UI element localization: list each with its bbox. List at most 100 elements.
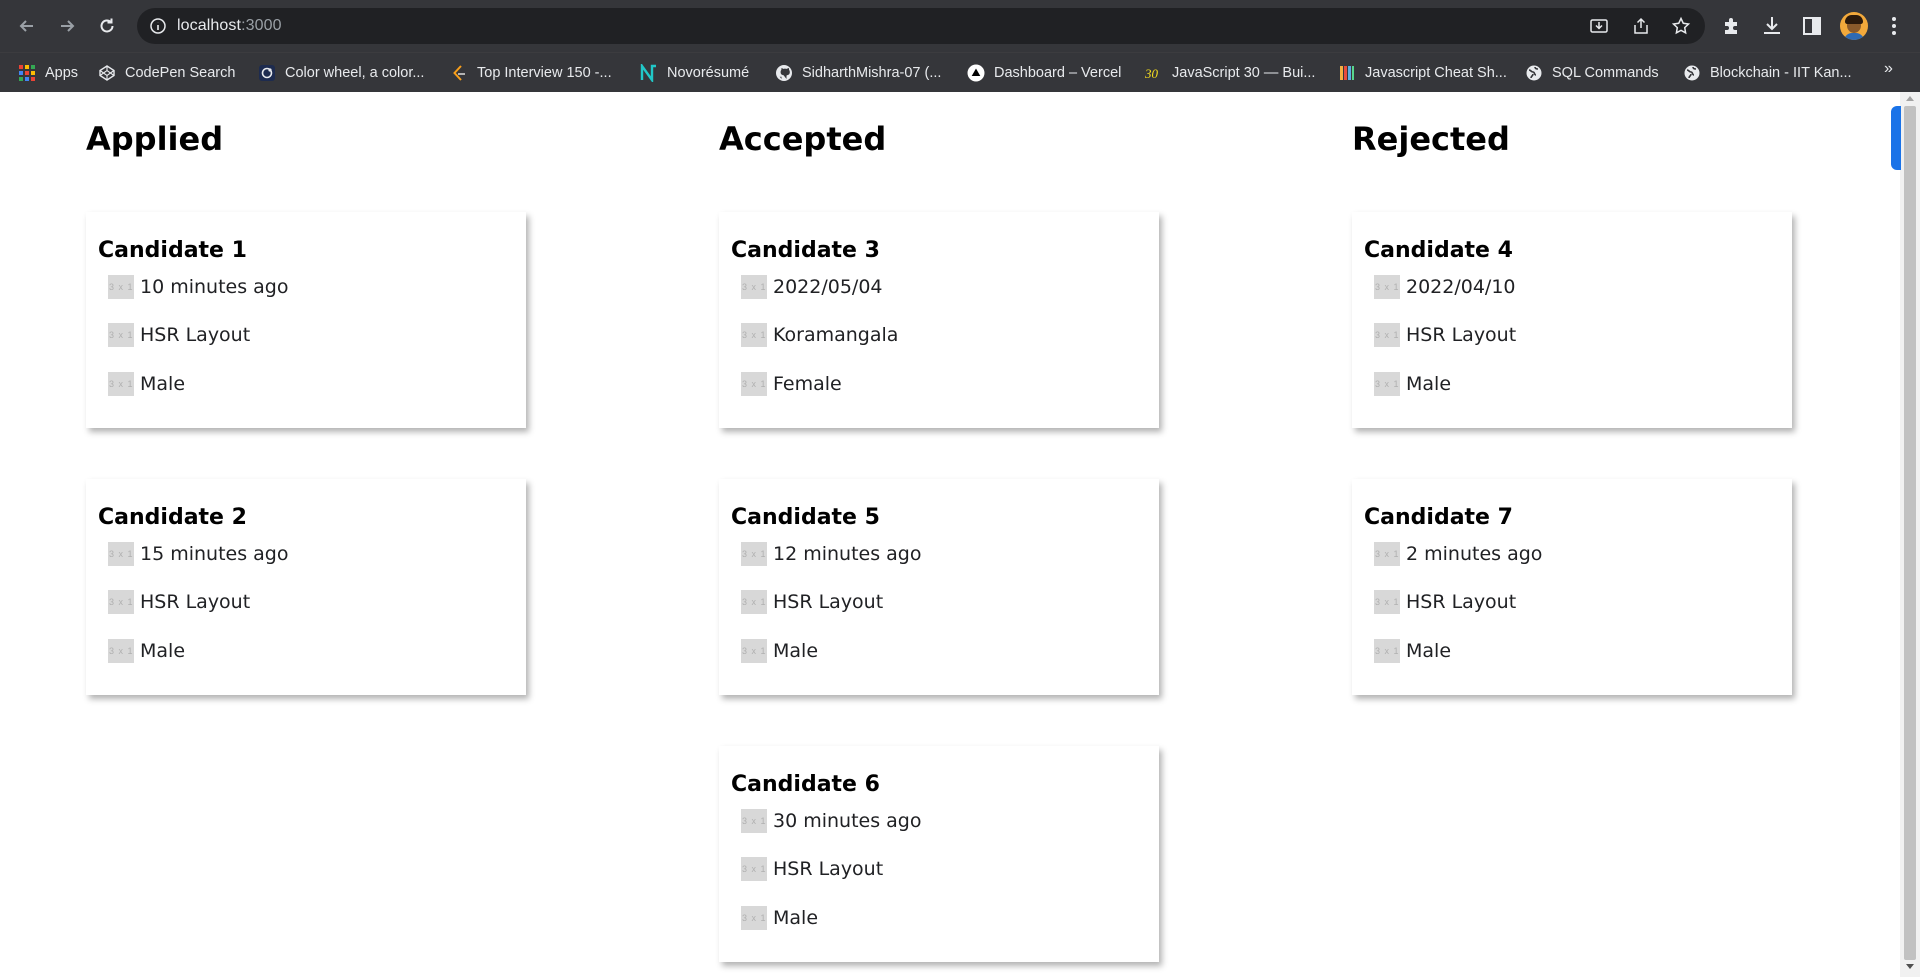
downloads-icon[interactable] [1760, 14, 1784, 38]
placeholder-image-icon: 3 x 1 [1374, 323, 1400, 347]
candidate-card[interactable]: Candidate 4 3 x 1 2022/04/10 3 x 1 HSR Layou… [1352, 212, 1792, 428]
reload-button[interactable] [92, 11, 122, 41]
candidate-location: HSR Layout [140, 591, 251, 613]
column-rejected: Rejected Candidate 4 3 x 1 2022/04/10 3 x 1 H… [1352, 92, 1900, 977]
bookmark-item[interactable]: Dashboard – Vercel [967, 61, 1121, 85]
placeholder-image-icon: 3 x 1 [108, 372, 134, 396]
bookmarks-overflow-button[interactable]: » [1884, 60, 1893, 78]
candidate-card[interactable]: Candidate 3 3 x 1 2022/05/04 3 x 1 Koramanga… [719, 212, 1159, 428]
candidate-time: 12 minutes ago [773, 543, 922, 565]
column-accepted: Accepted Candidate 3 3 x 1 2022/05/04 3 x 1 K… [719, 92, 1279, 977]
placeholder-image-icon: 3 x 1 [741, 857, 767, 881]
candidate-name: Candidate 6 [731, 772, 880, 797]
placeholder-image-icon: 3 x 1 [741, 809, 767, 833]
candidate-card[interactable]: Candidate 6 3 x 1 30 minutes ago 3 x 1 HSR L… [719, 746, 1159, 962]
placeholder-image-icon: 3 x 1 [741, 590, 767, 614]
placeholder-image-icon: 3 x 1 [1374, 639, 1400, 663]
candidate-gender-row: 3 x 1 Male [741, 905, 818, 931]
bookmark-item[interactable]: Apps [18, 61, 78, 85]
placeholder-image-icon: 3 x 1 [1374, 590, 1400, 614]
codepen-icon [98, 64, 116, 82]
candidate-gender-row: 3 x 1 Male [108, 638, 185, 664]
candidate-card[interactable]: Candidate 7 3 x 1 2 minutes ago 3 x 1 HSR La… [1352, 479, 1792, 695]
novoresume-icon [640, 64, 658, 82]
candidate-location-row: 3 x 1 HSR Layout [741, 856, 883, 882]
placeholder-image-icon: 3 x 1 [741, 275, 767, 299]
reload-icon [100, 18, 114, 33]
bookmark-item[interactable]: Novorésumé [640, 61, 749, 85]
candidate-location: HSR Layout [140, 324, 251, 346]
candidate-card[interactable]: Candidate 1 3 x 1 10 minutes ago 3 x 1 HSR L… [86, 212, 526, 428]
browser-chrome: localhost:3000 Apps CodePen Search Color w… [0, 0, 1920, 92]
candidate-gender-row: 3 x 1 Male [1374, 371, 1451, 397]
candidate-name: Candidate 3 [731, 238, 880, 263]
bookmark-item[interactable]: SQL Commands [1525, 61, 1659, 85]
share-icon[interactable] [1631, 16, 1651, 36]
bookmark-item[interactable]: Top Interview 150 -... [450, 61, 612, 85]
scrollbar-thumb[interactable] [1904, 106, 1916, 960]
candidate-time: 15 minutes ago [140, 543, 289, 565]
placeholder-image-icon: 3 x 1 [741, 372, 767, 396]
placeholder-image-icon: 3 x 1 [108, 590, 134, 614]
site-info-icon[interactable] [149, 17, 167, 35]
profile-avatar[interactable] [1840, 12, 1868, 40]
placeholder-image-icon: 3 x 1 [108, 323, 134, 347]
javascript30-icon: 30 [1145, 64, 1163, 82]
forward-arrow-icon [61, 20, 75, 32]
candidate-gender: Male [1406, 640, 1452, 662]
bookmark-item[interactable]: SidharthMishra-07 (... [775, 61, 941, 85]
candidate-name: Candidate 2 [98, 505, 247, 530]
candidate-gender: Female [773, 373, 842, 395]
candidate-time-row: 3 x 1 10 minutes ago [108, 274, 289, 300]
candidate-location: HSR Layout [1406, 324, 1517, 346]
placeholder-image-icon: 3 x 1 [1374, 542, 1400, 566]
bookmark-star-icon[interactable] [1671, 16, 1691, 36]
candidate-location-row: 3 x 1 HSR Layout [1374, 589, 1516, 615]
forward-button[interactable] [52, 11, 82, 41]
candidate-time-row: 3 x 1 12 minutes ago [741, 541, 922, 567]
placeholder-image-icon: 3 x 1 [108, 275, 134, 299]
scroll-up-arrow-icon[interactable] [1906, 96, 1914, 101]
candidate-time: 2022/04/10 [1406, 276, 1516, 298]
candidate-location: HSR Layout [773, 591, 884, 613]
bookmark-label: SQL Commands [1552, 65, 1659, 81]
vertical-scrollbar[interactable] [1900, 92, 1920, 977]
url-text[interactable]: localhost:3000 [177, 17, 282, 35]
side-panel-icon[interactable] [1800, 14, 1824, 38]
scroll-indicator [1891, 106, 1901, 170]
bookmark-item[interactable]: CodePen Search [98, 61, 235, 85]
candidate-location-row: 3 x 1 HSR Layout [108, 589, 250, 615]
bookmarks-bar: Apps CodePen Search Color wheel, a color..… [0, 52, 1920, 92]
page-content: Applied Candidate 13 x 1 10 minutes ago 3 x… [0, 92, 1900, 977]
candidate-gender-row: 3 x 1 Male [108, 371, 185, 397]
bookmark-item[interactable]: Color wheel, a color... [258, 61, 424, 85]
bookmark-item[interactable]: Blockchain - IIT Kan... [1683, 61, 1852, 85]
candidate-time-row: 3 x 1 2022/05/04 [741, 274, 883, 300]
candidate-name: Candidate 5 [731, 505, 880, 530]
bookmark-label: JavaScript 30 — Bui... [1172, 65, 1316, 81]
candidate-time: 2 minutes ago [1406, 543, 1543, 565]
candidate-time: 10 minutes ago [140, 276, 289, 298]
bookmark-label: Blockchain - IIT Kan... [1710, 65, 1852, 81]
address-bar[interactable]: localhost:3000 [137, 8, 1705, 44]
candidate-location: HSR Layout [773, 858, 884, 880]
candidate-card[interactable]: Candidate 2 3 x 1 15 minutes ago 3 x 1 HSR L… [86, 479, 526, 695]
candidate-card[interactable]: Candidate 5 3 x 1 12 minutes ago 3 x 1 HSR L… [719, 479, 1159, 695]
apps-grid-icon [18, 64, 36, 82]
more-menu-icon[interactable] [1882, 14, 1906, 38]
extensions-puzzle-icon[interactable] [1720, 14, 1744, 38]
scroll-down-arrow-icon[interactable] [1906, 964, 1914, 969]
candidate-location-row: 3 x 1 HSR Layout [1374, 322, 1516, 348]
back-button[interactable] [12, 11, 42, 41]
placeholder-image-icon: 3 x 1 [108, 542, 134, 566]
placeholder-image-icon: 3 x 1 [741, 323, 767, 347]
color-wheel-icon [258, 64, 276, 82]
column-applied: Applied Candidate 13 x 1 10 minutes ago 3 x… [86, 92, 646, 977]
candidate-gender-row: 3 x 1 Male [1374, 638, 1451, 664]
candidate-gender: Male [140, 373, 186, 395]
placeholder-image-icon: 3 x 1 [741, 542, 767, 566]
bookmark-item[interactable]: 30 JavaScript 30 — Bui... [1145, 61, 1315, 85]
bookmark-item[interactable]: Javascript Cheat Sh... [1338, 61, 1507, 85]
install-app-icon[interactable] [1589, 16, 1609, 36]
candidate-location: HSR Layout [1406, 591, 1517, 613]
